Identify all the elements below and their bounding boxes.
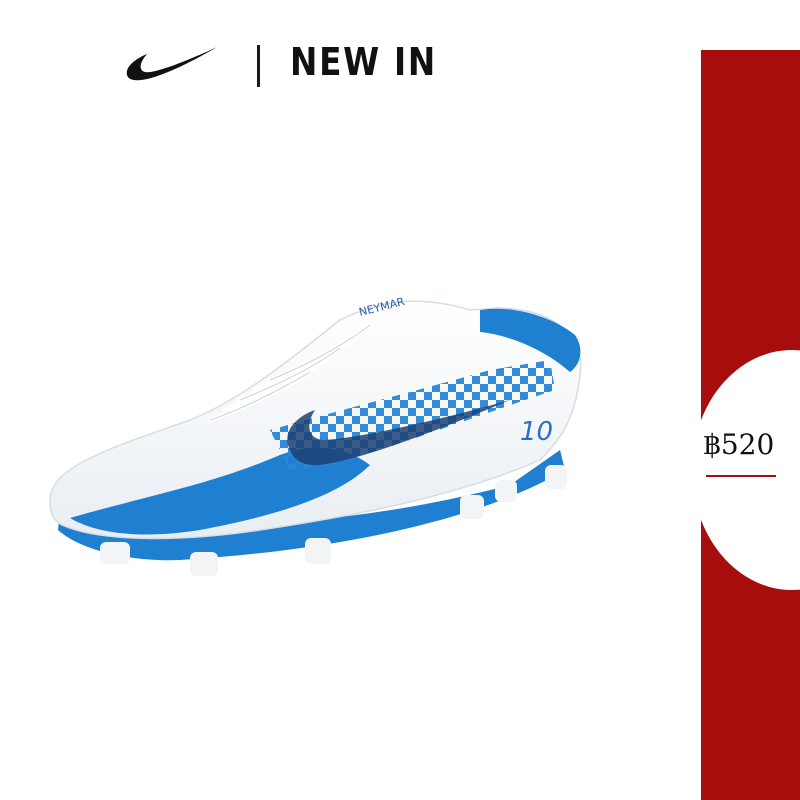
page-title: NEW IN bbox=[290, 40, 437, 84]
football-boot-image: NEYMAR 10 bbox=[49, 295, 582, 576]
header-divider bbox=[257, 45, 260, 87]
product-ad-canvas: NEW IN ฿520 NEYMAR 10 bbox=[0, 0, 800, 800]
boot-number: 10 bbox=[520, 417, 553, 447]
price-label: ฿520 bbox=[703, 428, 775, 461]
swoosh-logo-icon bbox=[126, 47, 217, 81]
price-underline bbox=[706, 475, 776, 477]
